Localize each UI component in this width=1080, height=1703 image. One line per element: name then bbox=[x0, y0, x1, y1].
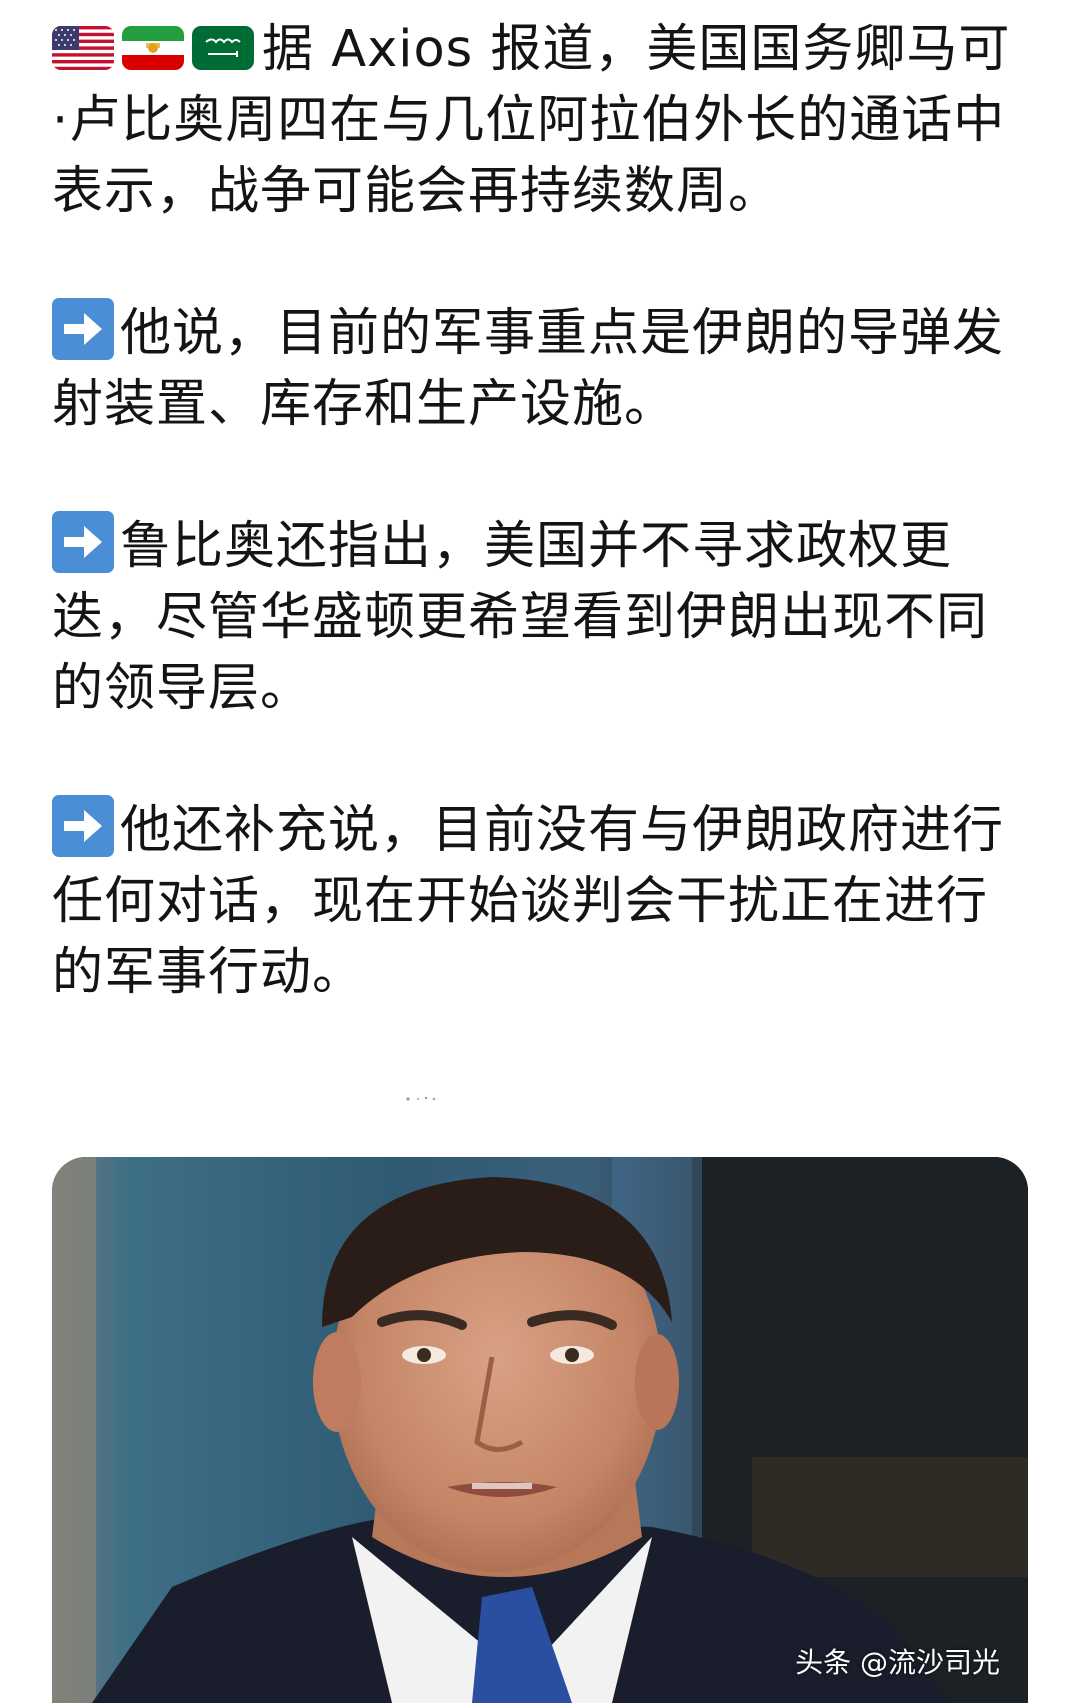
post-body: 据 Axios 报道，美国国务卿马可·卢比奥周四在与几位阿拉伯外长的通话中表示，… bbox=[52, 14, 1022, 1008]
news-photo[interactable]: 头条 @流沙司光 bbox=[52, 1157, 1028, 1703]
paragraph-2-text: 他说，目前的军事重点是伊朗的导弹发射装置、库存和生产设施。 bbox=[52, 304, 1005, 434]
paragraph-2: 他说，目前的军事重点是伊朗的导弹发射装置、库存和生产设施。 bbox=[52, 298, 1022, 440]
iran-flag-icon bbox=[122, 26, 184, 70]
paragraph-1: 据 Axios 报道，美国国务卿马可·卢比奥周四在与几位阿拉伯外长的通话中表示，… bbox=[52, 14, 1022, 227]
source-watermark: 头条 @流沙司光 bbox=[795, 1646, 1000, 1679]
saudi-flag-icon bbox=[192, 26, 254, 70]
right-arrow-icon bbox=[52, 298, 114, 360]
paragraph-3: 鲁比奥还指出，美国并不寻求政权更迭，尽管华盛顿更希望看到伊朗出现不同的领导层。 bbox=[52, 511, 1022, 724]
paragraph-4-text: 他还补充说，目前没有与伊朗政府进行任何对话，现在开始谈判会干扰正在进行的军事行动… bbox=[52, 801, 1005, 1002]
paragraph-3-text: 鲁比奥还指出，美国并不寻求政权更迭，尽管华盛顿更希望看到伊朗出现不同的领导层。 bbox=[52, 517, 989, 718]
separator-dots bbox=[404, 1087, 444, 1101]
right-arrow-icon bbox=[52, 795, 114, 857]
paragraph-4: 他还补充说，目前没有与伊朗政府进行任何对话，现在开始谈判会干扰正在进行的军事行动… bbox=[52, 795, 1022, 1008]
right-arrow-icon bbox=[52, 511, 114, 573]
us-flag-icon bbox=[52, 26, 114, 70]
